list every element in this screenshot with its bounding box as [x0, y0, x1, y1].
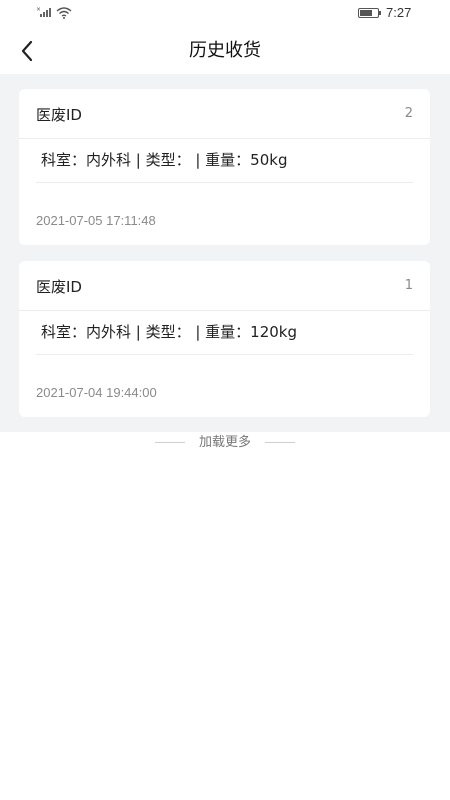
card-timestamp: 2021-07-04 19:44:00 [36, 385, 157, 400]
navigation-bar: 历史收货 [0, 28, 450, 74]
divider-right [265, 442, 295, 443]
card-info: 科室：内外科 | 类型： | 重量：50kg [36, 138, 413, 183]
wifi-icon [56, 7, 72, 19]
load-more-row: 加载更多 [0, 432, 450, 454]
card-index: 1 [404, 278, 413, 293]
svg-text:×: × [36, 6, 41, 13]
card-info: 科室：内外科 | 类型： | 重量：120kg [36, 310, 413, 355]
signal-icon: × [36, 6, 51, 17]
page-title: 历史收货 [189, 40, 261, 61]
card-timestamp: 2021-07-05 17:11:48 [36, 213, 156, 228]
card-title: 医废ID [36, 106, 82, 124]
back-button[interactable] [12, 36, 42, 66]
chevron-left-icon [21, 40, 33, 62]
record-card[interactable]: 医废ID 1 科室：内外科 | 类型： | 重量：120kg 2021-07-0… [19, 261, 430, 417]
record-card[interactable]: 医废ID 2 科室：内外科 | 类型： | 重量：50kg 2021-07-05… [19, 89, 430, 245]
card-title: 医废ID [36, 278, 82, 296]
card-header: 医废ID 2 [19, 89, 430, 139]
record-list: 医废ID 2 科室：内外科 | 类型： | 重量：50kg 2021-07-05… [0, 74, 450, 433]
card-header: 医废ID 1 [19, 261, 430, 311]
card-index: 2 [404, 106, 413, 121]
battery-icon [358, 8, 381, 18]
status-bar: × 7:27 [0, 0, 450, 28]
load-more-button[interactable]: 加载更多 [0, 432, 450, 454]
status-time: 7:27 [386, 5, 412, 20]
